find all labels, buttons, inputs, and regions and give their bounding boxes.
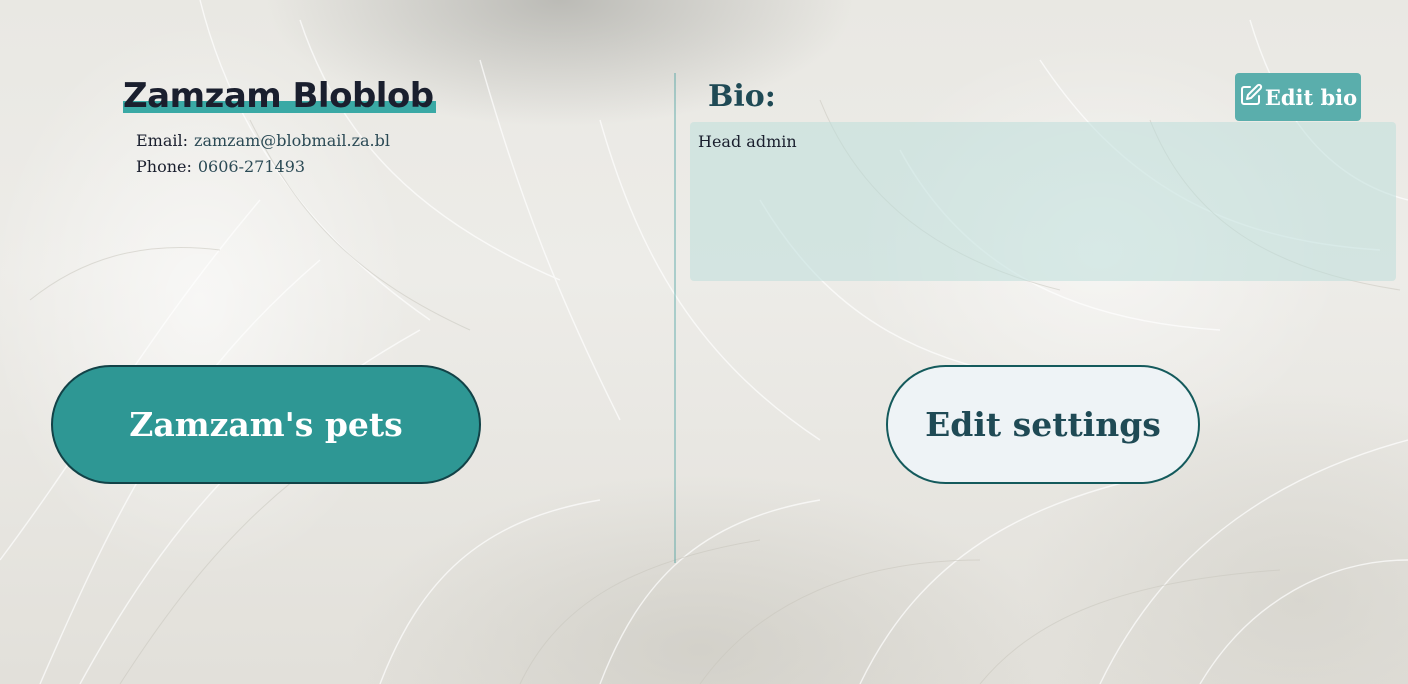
pets-button[interactable]: Zamzam's pets xyxy=(51,365,481,484)
edit-settings-label: Edit settings xyxy=(925,405,1161,444)
edit-bio-label: Edit bio xyxy=(1264,84,1358,110)
edit-settings-button[interactable]: Edit settings xyxy=(886,365,1200,484)
phone-row: Phone: 0606-271493 xyxy=(136,156,305,178)
edit-bio-button[interactable]: Edit bio xyxy=(1235,73,1361,121)
email-value: zamzam@blobmail.za.bl xyxy=(194,131,390,150)
profile-name: Zamzam Bloblob xyxy=(123,76,436,116)
bio-heading: Bio: xyxy=(708,79,776,114)
edit-icon xyxy=(1239,83,1263,112)
pets-button-label: Zamzam's pets xyxy=(129,405,403,444)
email-label: Email: xyxy=(136,131,189,150)
email-row: Email: zamzam@blobmail.za.bl xyxy=(136,130,390,152)
column-divider xyxy=(674,73,676,563)
bio-text-box: Head admin xyxy=(690,122,1396,281)
bio-text: Head admin xyxy=(698,132,797,151)
phone-value: 0606-271493 xyxy=(197,157,306,176)
phone-label: Phone: xyxy=(136,157,192,176)
